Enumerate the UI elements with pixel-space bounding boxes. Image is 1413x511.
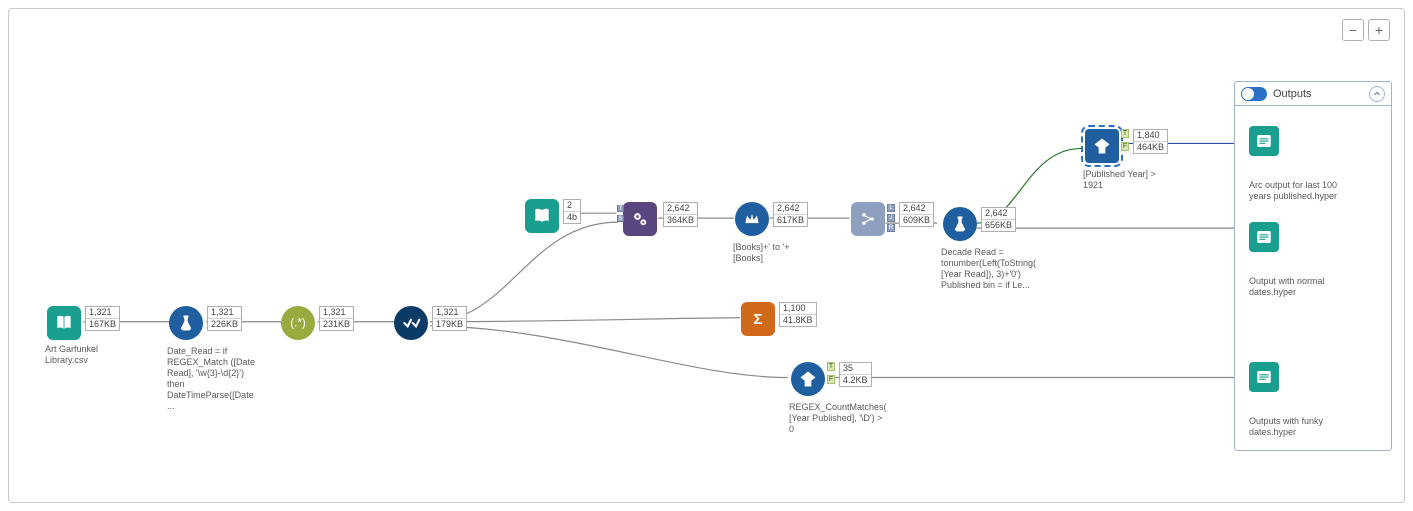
node-text-input[interactable]: 2 4b — [525, 199, 559, 233]
node-stats: 1,321 231KB — [319, 306, 354, 331]
outputs-container[interactable]: Outputs Arc output for last 100 years pu… — [1234, 81, 1392, 451]
node-stats: 35 4.2KB — [839, 362, 872, 387]
book-icon — [47, 306, 81, 340]
wires-layer — [9, 9, 1404, 502]
svg-text:Σ: Σ — [753, 311, 762, 328]
node-stats: 1,100 41.8KB — [779, 302, 817, 327]
output-arc-last-100[interactable]: Arc output for last 100 years published.… — [1249, 126, 1379, 202]
node-stats: 2,642 364KB — [663, 202, 698, 227]
tf-ports: T F — [827, 362, 835, 384]
node-filter-published-year[interactable]: T F 1,840 464KB [Published Year] > 1921 — [1085, 129, 1119, 163]
node-filter-regex-count[interactable]: T F 35 4.2KB REGEX_CountMatches([Year Pu… — [791, 362, 825, 396]
output-icon — [1249, 222, 1279, 252]
node-stats: 2 4b — [563, 199, 581, 224]
node-formula-date-read[interactable]: 1,321 226KB Date_Read = if REGEX_Match (… — [169, 306, 203, 340]
outputs-title: Outputs — [1273, 88, 1312, 100]
sigma-icon: Σ — [741, 302, 775, 336]
node-append-fields[interactable]: 2,642 364KB T S — [623, 202, 657, 236]
node-formula-decade[interactable]: 2,642 656KB Decade Read = tonumber(Left(… — [943, 207, 977, 241]
crown-icon — [735, 202, 769, 236]
node-stats: 1,321 167KB — [85, 306, 120, 331]
collapse-icon[interactable] — [1369, 86, 1385, 102]
output-icon — [1249, 362, 1279, 392]
select-icon — [394, 306, 428, 340]
node-select[interactable]: 1,321 179KB — [394, 306, 428, 340]
node-stats: 2,642 609KB — [899, 202, 934, 227]
workflow-canvas[interactable]: − + 1,321 167KB Art Garfunkel Library.cs… — [8, 8, 1405, 503]
outputs-header: Outputs — [1235, 82, 1391, 106]
regex-icon: (.*) — [281, 306, 315, 340]
output-caption: Output with normal dates.hyper — [1249, 276, 1359, 298]
output-funky-dates[interactable]: Outputs with funky dates.hyper — [1249, 362, 1379, 438]
node-caption: Art Garfunkel Library.csv — [45, 344, 137, 366]
node-stats: 2,642 617KB — [773, 202, 808, 227]
output-icon — [1249, 126, 1279, 156]
zoom-controls: − + — [1342, 19, 1390, 41]
node-stats: 1,321 179KB — [432, 306, 467, 331]
node-caption: REGEX_CountMatches([Year Published], '\D… — [789, 402, 889, 435]
node-regex-parse[interactable]: (.*) 1,321 231KB — [281, 306, 315, 340]
node-caption: [Books]+' to '+[Books] — [733, 242, 803, 264]
output-caption: Outputs with funky dates.hyper — [1249, 416, 1359, 438]
filter-icon — [791, 362, 825, 396]
output-caption: Arc output for last 100 years published.… — [1249, 180, 1359, 202]
node-generate-rows[interactable]: 2,642 617KB [Books]+' to '+[Books] — [735, 202, 769, 236]
node-caption: [Published Year] > 1921 — [1083, 169, 1173, 191]
join-icon — [851, 202, 885, 236]
outputs-toggle[interactable] — [1241, 87, 1267, 101]
node-stats: 2,642 656KB — [981, 207, 1016, 232]
filter-icon — [1085, 129, 1119, 163]
flask-icon — [169, 306, 203, 340]
tf-ports: T F — [1121, 129, 1129, 151]
node-input-csv[interactable]: 1,321 167KB Art Garfunkel Library.csv — [47, 306, 81, 340]
zoom-in-button[interactable]: + — [1368, 19, 1390, 41]
node-join[interactable]: LJR 2,642 609KB — [851, 202, 885, 236]
output-normal-dates[interactable]: Output with normal dates.hyper — [1249, 222, 1379, 298]
node-caption: Date_Read = if REGEX_Match ([Date Read],… — [167, 346, 263, 412]
output-ports: LJR — [887, 204, 895, 232]
gears-icon — [623, 202, 657, 236]
flask-icon — [943, 207, 977, 241]
book-icon — [525, 199, 559, 233]
node-stats: 1,321 226KB — [207, 306, 242, 331]
node-summarize[interactable]: Σ 1,100 41.8KB — [741, 302, 775, 336]
node-caption: Decade Read = tonumber(Left(ToString([Ye… — [941, 247, 1037, 291]
node-stats: 1,840 464KB — [1133, 129, 1168, 154]
svg-text:(.*): (.*) — [290, 316, 306, 329]
zoom-out-button[interactable]: − — [1342, 19, 1364, 41]
